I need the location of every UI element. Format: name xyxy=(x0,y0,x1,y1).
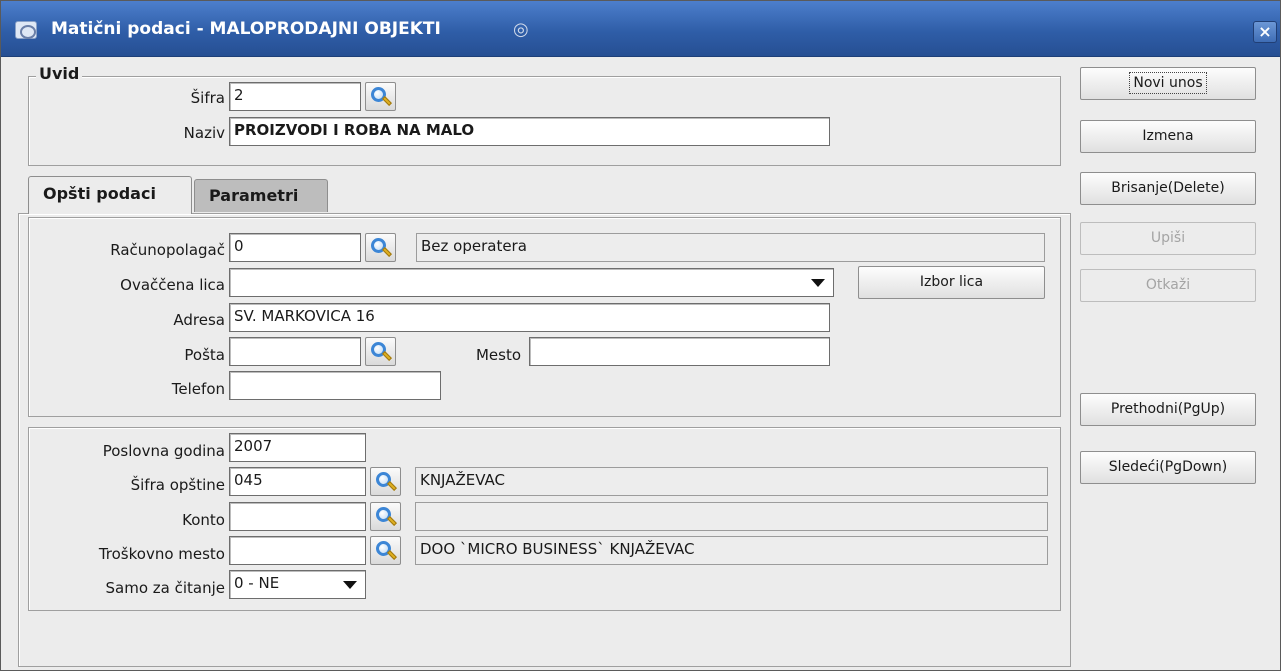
search-icon-handle xyxy=(382,96,392,106)
ovlascena-label: Ovaččena lica xyxy=(120,276,225,294)
tab-parametri[interactable]: Parametri xyxy=(194,179,328,212)
close-button[interactable]: × xyxy=(1253,21,1277,43)
poslovna-godina-input[interactable]: 2007 xyxy=(229,433,366,462)
samo-za-citanje-select[interactable]: 0 - NE xyxy=(229,570,366,599)
samo-za-citanje-label: Samo za čitanje xyxy=(105,579,226,597)
konto-label: Konto xyxy=(182,511,225,529)
troskovno-mesto-name: DOO `MICRO BUSINESS` KNJAŽEVAC xyxy=(415,536,1048,565)
telefon-input[interactable] xyxy=(229,371,441,400)
prethodni-button[interactable]: Prethodni(PgUp) xyxy=(1080,393,1256,426)
troskovno-mesto-label: Troškovno mesto xyxy=(98,545,225,563)
app-icon xyxy=(15,21,37,39)
title-bar[interactable]: Matični podaci - MALOPRODAJNI OBJEKTI ◎ … xyxy=(1,1,1280,57)
posta-label: Pošta xyxy=(184,346,225,364)
racunopolagac-lookup-button[interactable] xyxy=(365,233,396,262)
search-icon-handle xyxy=(387,550,397,560)
adresa-label: Adresa xyxy=(173,311,225,329)
sifra-opstine-input[interactable]: 045 xyxy=(229,467,366,496)
dialog-window: Matični podaci - MALOPRODAJNI OBJEKTI ◎ … xyxy=(0,0,1281,671)
troskovno-mesto-lookup-button[interactable] xyxy=(370,536,401,565)
novi-unos-button[interactable]: Novi unos xyxy=(1080,67,1256,100)
sifra-lookup-button[interactable] xyxy=(365,82,396,111)
adresa-input[interactable]: SV. MARKOVICA 16 xyxy=(229,303,830,332)
sifra-opstine-label: Šifra opštine xyxy=(130,476,225,494)
konto-name xyxy=(415,502,1048,531)
sifra-opstine-name: KNJAŽEVAC xyxy=(415,467,1048,496)
swirl-icon: ◎ xyxy=(513,19,529,40)
telefon-label: Telefon xyxy=(171,380,225,398)
chevron-down-icon xyxy=(343,581,357,589)
samo-za-citanje-value: 0 - NE xyxy=(234,574,280,592)
mesto-input[interactable] xyxy=(529,337,830,366)
ovlascena-lica-select[interactable] xyxy=(229,268,834,297)
troskovno-mesto-input[interactable] xyxy=(229,536,366,565)
izmena-button[interactable]: Izmena xyxy=(1080,120,1256,153)
posta-input[interactable] xyxy=(229,337,361,366)
tab-opsti-podaci[interactable]: Opšti podaci xyxy=(28,176,192,214)
poslovna-godina-label: Poslovna godina xyxy=(102,442,225,460)
naziv-input[interactable]: PROIZVODI I ROBA NA MALO xyxy=(229,117,830,146)
racunopolagac-label: Računopolagač xyxy=(110,241,225,259)
window-title: Matični podaci - MALOPRODAJNI OBJEKTI xyxy=(51,19,441,39)
mesto-label: Mesto xyxy=(475,346,521,364)
brisanje-button[interactable]: Brisanje(Delete) xyxy=(1080,172,1256,205)
search-icon-handle xyxy=(387,516,397,526)
konto-lookup-button[interactable] xyxy=(370,502,401,531)
racunopolagac-name: Bez operatera xyxy=(416,233,1045,262)
konto-input[interactable] xyxy=(229,502,366,531)
izbor-lica-button[interactable]: Izbor lica xyxy=(858,266,1045,299)
search-icon-handle xyxy=(382,247,392,257)
search-icon-handle xyxy=(382,351,392,361)
racunopolagac-input[interactable]: 0 xyxy=(229,233,361,262)
upisi-button[interactable]: Upiši xyxy=(1080,222,1256,255)
sifra-input[interactable]: 2 xyxy=(229,82,361,111)
sifra-opstine-lookup-button[interactable] xyxy=(370,467,401,496)
posta-lookup-button[interactable] xyxy=(365,337,396,366)
naziv-label: Naziv xyxy=(183,124,225,142)
sledeci-button[interactable]: Sledeći(PgDown) xyxy=(1080,451,1256,484)
sifra-label: Šifra xyxy=(190,89,225,107)
chevron-down-icon xyxy=(811,279,825,287)
otkazi-button[interactable]: Otkaži xyxy=(1080,269,1256,302)
search-icon-handle xyxy=(387,481,397,491)
uvid-legend: Uvid xyxy=(36,64,83,83)
novi-unos-label: Novi unos xyxy=(1129,72,1207,94)
